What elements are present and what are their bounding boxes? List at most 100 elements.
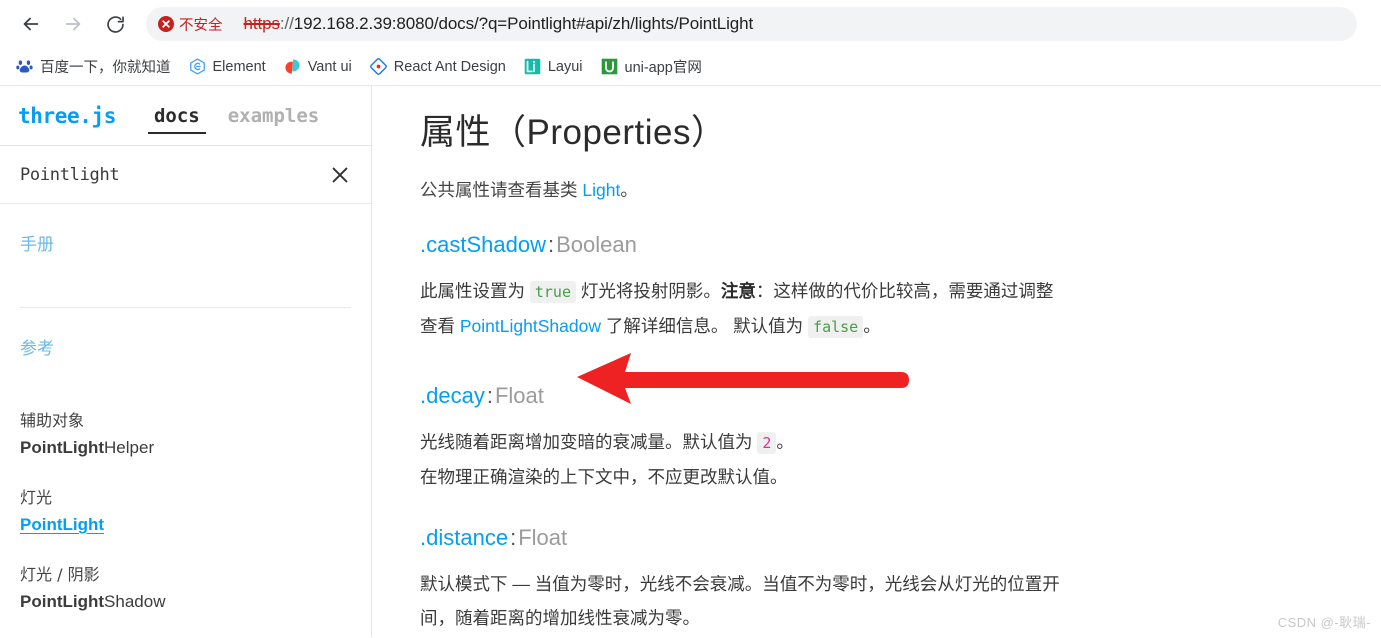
property-type: Float	[518, 525, 568, 550]
description-line-1: 默认模式下 — 当值为零时，光线不会衰减。当值不为零时，光线会从灯光的位置开	[420, 574, 1060, 594]
bookmark-label: uni-app官网	[624, 60, 702, 76]
vant-icon	[284, 58, 301, 75]
sidebar-item-pointlightshadow[interactable]: PointLightShadow	[20, 592, 351, 612]
property-name[interactable]: .castShadow	[420, 232, 546, 257]
lead-suffix: 。	[620, 180, 638, 200]
bookmark-label: Element	[212, 58, 266, 75]
danger-circle-icon	[158, 16, 174, 32]
property-castshadow: .castShadow:Boolean 此属性设置为 true 灯光将投射阴影。…	[420, 232, 1132, 344]
back-button[interactable]	[10, 3, 52, 45]
property-signature: .decay:Float	[420, 383, 1132, 409]
uniapp-icon	[601, 58, 618, 75]
threejs-logo[interactable]: three.js	[18, 104, 116, 128]
property-description: 此属性设置为 true 灯光将投射阴影。注意：这样做的代价比较高，需要通过调整 …	[420, 274, 1132, 344]
sidebar-nav: 手册 参考 辅助对象 PointLightHelper 灯光 PointLigh…	[0, 204, 371, 637]
bookmark-vant[interactable]: Vant ui	[276, 54, 360, 79]
property-description: 光线随着距离增加变暗的衰减量。默认值为 2。 在物理正确渲染的上下文中，不应更改…	[420, 425, 1132, 494]
sidebar-item-bold: PointLight	[20, 515, 105, 534]
forward-button[interactable]	[52, 3, 94, 45]
reload-button[interactable]	[94, 3, 136, 45]
description-line-1: 光线随着距离增加变暗的衰减量。默认值为 2。	[420, 425, 1132, 460]
tab-docs[interactable]: docs	[140, 86, 214, 146]
description-line-1: 此属性设置为 true 灯光将投射阴影。注意：这样做的代价比较高，需要通过调整	[420, 274, 1132, 309]
code-false: false	[808, 316, 864, 338]
property-distance: .distance:Float 默认模式下 — 当值为零时，光线不会衰减。当值不…	[420, 525, 1132, 635]
description-line-2: 间，随着距离的增加线性衰减为零。	[420, 608, 700, 628]
tab-examples[interactable]: examples	[214, 86, 334, 146]
close-icon[interactable]	[327, 162, 353, 188]
forward-arrow-icon	[62, 13, 84, 35]
code-default-value: 2	[757, 432, 777, 454]
url-scheme: https	[243, 14, 280, 33]
desc-text: 此属性设置为	[420, 281, 530, 301]
csdn-watermark: CSDN @-耿瑞-	[1277, 615, 1371, 630]
link-pointlightshadow[interactable]: PointLightShadow	[460, 316, 601, 336]
url-text: https://192.168.2.39:8080/docs/?q=Pointl…	[244, 14, 754, 34]
sidebar-category-label: 辅助对象	[20, 411, 85, 430]
desc-text: 。	[863, 316, 881, 336]
page-title: 属性（Properties）	[420, 113, 727, 152]
security-status-label: 不安全	[179, 17, 223, 34]
sidebar-item-pointlight[interactable]: PointLight	[20, 515, 351, 535]
bookmark-label: Layui	[547, 58, 583, 75]
sidebar-divider	[20, 307, 351, 308]
bookmark-baidu[interactable]: 百度一下，你就知道	[8, 52, 179, 81]
bookmark-uniapp[interactable]: uni-app官网	[593, 52, 710, 81]
property-type: Float	[494, 383, 544, 408]
sidebar-category-label: 灯光 / 阴影	[20, 565, 100, 584]
desc-text: 查看	[420, 316, 460, 336]
sidebar-item-rest: Shadow	[104, 592, 166, 611]
property-signature: .distance:Float	[420, 525, 1132, 551]
address-bar[interactable]: 不安全 https://192.168.2.39:8080/docs/?q=Po…	[146, 7, 1357, 41]
sidebar-group-lights: 灯光 PointLight	[20, 484, 351, 535]
bookmark-label: React Ant Design	[393, 58, 506, 75]
signature-colon: :	[510, 525, 517, 550]
description-line-2: 在物理正确渲染的上下文中，不应更改默认值。	[420, 467, 788, 487]
lead-prefix: 公共属性请查看基类	[420, 180, 583, 200]
element-icon	[189, 58, 206, 75]
lead-paragraph: 公共属性请查看基类 Light。	[420, 177, 1132, 202]
layui-icon	[524, 58, 541, 75]
desc-text: 灯光将投射阴影。	[576, 281, 721, 301]
url-separator: ://	[279, 14, 294, 33]
security-status-chip[interactable]: 不安全	[154, 12, 232, 37]
sidebar-link-reference[interactable]: 参考	[20, 334, 351, 359]
property-name[interactable]: .distance	[420, 525, 508, 550]
signature-colon: :	[486, 383, 493, 408]
property-decay: .decay:Float 光线随着距离增加变暗的衰减量。默认值为 2。 在物理正…	[420, 383, 1132, 494]
sidebar-tabs: docs examples	[140, 86, 333, 146]
property-name[interactable]: .decay	[420, 383, 485, 408]
desc-text: ：这样做的代价比较高，需要通过调整	[755, 281, 1054, 301]
antdesign-icon	[369, 58, 387, 75]
bookmark-layui[interactable]: Layui	[516, 54, 591, 79]
sidebar-item-pointlighthelper[interactable]: PointLightHelper	[20, 438, 351, 458]
desc-text: 。	[776, 432, 794, 452]
sidebar-link-manual[interactable]: 手册	[20, 230, 351, 255]
browser-chrome: 不安全 https://192.168.2.39:8080/docs/?q=Po…	[0, 0, 1381, 86]
desc-text: 了解详细信息。 默认值为	[600, 316, 809, 336]
property-type: Boolean	[556, 232, 637, 257]
bookmark-element[interactable]: Element	[181, 54, 274, 79]
sidebar-item-bold: PointLight	[20, 592, 105, 611]
search-input[interactable]: Pointlight	[20, 165, 120, 185]
sidebar-group-helpers: 辅助对象 PointLightHelper	[20, 407, 351, 458]
bookmark-react-ant-design[interactable]: React Ant Design	[362, 54, 514, 79]
sidebar-header: three.js docs examples	[0, 86, 371, 146]
sidebar-category-label: 灯光	[20, 488, 53, 507]
baidu-icon	[16, 58, 33, 75]
link-light[interactable]: Light	[582, 180, 620, 200]
property-signature: .castShadow:Boolean	[420, 232, 1132, 258]
note-label: 注意	[720, 281, 756, 301]
property-description: 默认模式下 — 当值为零时，光线不会衰减。当值不为零时，光线会从灯光的位置开 间…	[420, 567, 1132, 635]
url-rest: 192.168.2.39:8080/docs/?q=Pointlight#api…	[293, 14, 754, 33]
page-body: three.js docs examples Pointlight 手册 参考 …	[0, 86, 1381, 637]
reload-icon	[105, 14, 126, 35]
desc-text: 光线随着距离增加变暗的衰减量。默认值为	[420, 432, 758, 452]
browser-toolbar: 不安全 https://192.168.2.39:8080/docs/?q=Po…	[0, 0, 1381, 48]
code-true: true	[529, 281, 576, 303]
bookmark-label: 百度一下，你就知道	[40, 60, 171, 76]
docs-content: 属性（Properties） 公共属性请查看基类 Light。 .castSha…	[372, 86, 1381, 637]
docs-sidebar: three.js docs examples Pointlight 手册 参考 …	[0, 86, 372, 637]
bookmarks-bar: 百度一下，你就知道 Element Vant ui React Ant Desi…	[0, 48, 1381, 86]
bookmark-label: Vant ui	[307, 58, 352, 75]
